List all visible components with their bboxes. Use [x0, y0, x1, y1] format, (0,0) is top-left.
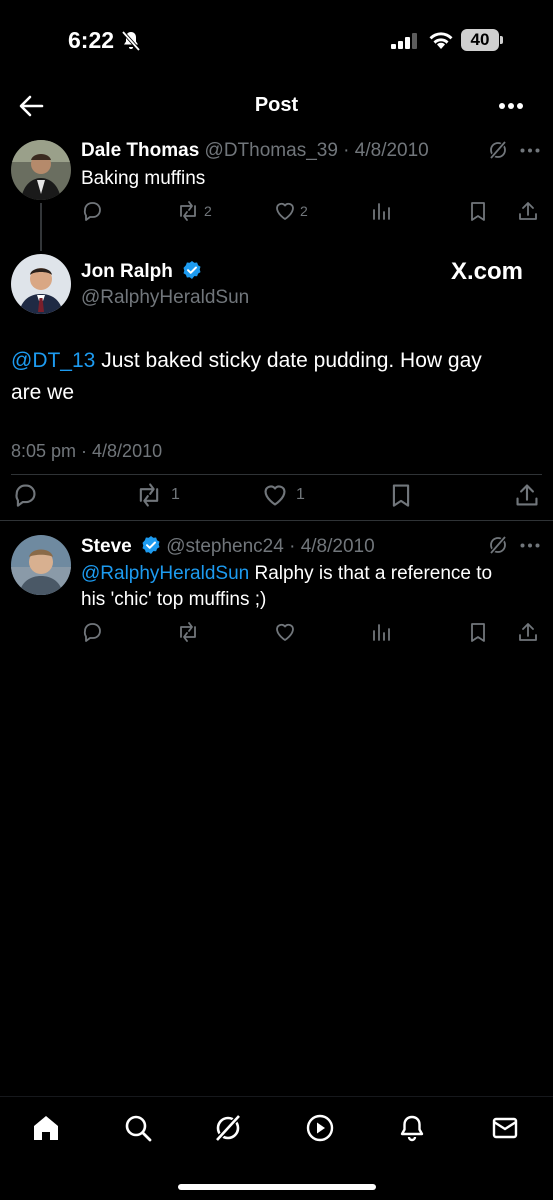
retweet-button[interactable]: 1 [135, 482, 180, 508]
home-icon[interactable] [31, 1113, 61, 1143]
bookmark-icon [471, 623, 485, 642]
parent-header: Dale Thomas @DThomas_39 · 4/8/2010 [81, 140, 429, 162]
page-title: Post [254, 94, 299, 116]
more-icon[interactable] [520, 543, 540, 548]
views-chart-icon [373, 203, 390, 220]
more-icon[interactable] [520, 148, 540, 153]
reply-icon [15, 484, 36, 507]
author-name[interactable]: Dale Thomas [81, 140, 199, 161]
verified-badge-icon [183, 261, 201, 279]
grok-nav-icon[interactable] [213, 1113, 243, 1143]
like-button[interactable]: 2 [274, 200, 308, 222]
silent-bell-icon [121, 30, 141, 52]
author-handle[interactable]: @stephenc24 [166, 536, 284, 557]
grok-icon[interactable] [488, 140, 508, 160]
author-name[interactable]: Jon Ralph [81, 261, 173, 282]
messages-envelope-icon[interactable] [490, 1113, 520, 1143]
retweet-icon [139, 483, 159, 507]
post-date: · 4/8/2010 [289, 536, 375, 557]
retweet-button[interactable] [176, 621, 200, 643]
divider [11, 474, 542, 475]
reply-text-line-2: his 'chic' top muffins ;) [81, 589, 267, 610]
more-options-icon[interactable] [498, 102, 524, 110]
views-chart-icon [373, 624, 390, 641]
author-name[interactable]: Steve [81, 536, 132, 557]
avatar[interactable] [11, 535, 71, 595]
share-button[interactable] [514, 482, 540, 508]
notifications-bell-icon[interactable] [397, 1113, 427, 1143]
author-handle[interactable]: @DThomas_39 [205, 140, 338, 161]
share-button[interactable] [517, 621, 539, 643]
mention-link[interactable]: @RalphyHeraldSun [81, 563, 249, 584]
reply-button[interactable] [12, 482, 38, 508]
share-icon [519, 623, 537, 641]
bookmark-button[interactable] [388, 482, 414, 508]
retweet-icon [180, 622, 196, 642]
status-time: 6:22 [68, 27, 115, 53]
thread-line [40, 203, 42, 251]
avatar[interactable] [11, 140, 71, 200]
search-icon[interactable] [123, 1113, 153, 1143]
like-count: 2 [300, 203, 308, 219]
share-button[interactable] [517, 200, 539, 222]
post-timestamp: 8:05 pm · 4/8/2010 [11, 441, 163, 461]
top-header: Post [0, 80, 553, 132]
reply-header: Steve @stephenc24 · 4/8/2010 [81, 535, 375, 558]
views-button[interactable] [370, 200, 392, 222]
bookmark-button[interactable] [467, 200, 489, 222]
avatar[interactable] [11, 254, 71, 314]
post-date: · 4/8/2010 [343, 140, 429, 161]
reply-text: Ralphy is that a reference to [249, 563, 493, 584]
author-handle[interactable]: @RalphyHeraldSun [81, 287, 249, 309]
bookmark-button[interactable] [467, 621, 489, 643]
post-text: Baking muffins [81, 168, 206, 189]
reply-button[interactable] [81, 200, 103, 222]
wifi-icon [429, 32, 453, 49]
like-button[interactable] [274, 621, 296, 643]
main-author-row: Jon Ralph [81, 260, 202, 283]
bookmark-icon [471, 202, 485, 221]
post-screen: 6:22 40 Post Dale Thomas @DThomas_39 · 4… [0, 0, 553, 1200]
status-bar: 6:22 40 [0, 0, 553, 80]
reply-text-line-1: @RalphyHeraldSun Ralphy is that a refere… [81, 563, 492, 585]
bookmark-icon [392, 484, 410, 507]
views-button[interactable] [370, 621, 392, 643]
heart-icon [276, 623, 294, 641]
like-button[interactable]: 1 [262, 482, 305, 508]
heart-icon [276, 202, 294, 220]
cellular-signal-icon [391, 33, 417, 49]
video-play-icon[interactable] [305, 1113, 335, 1143]
retweet-count: 2 [204, 203, 212, 219]
tweet-text: Just baked sticky date pudding. How gay [95, 349, 482, 372]
battery-tip [500, 36, 503, 44]
xcom-watermark: X.com [451, 258, 524, 285]
verified-badge-icon [142, 536, 160, 554]
retweet-count: 1 [171, 486, 180, 503]
retweet-button[interactable]: 2 [176, 200, 212, 222]
divider [0, 520, 553, 521]
grok-icon[interactable] [488, 535, 508, 555]
tweet-text-line-2: are we [11, 381, 75, 404]
heart-icon [264, 485, 286, 506]
reply-icon [83, 202, 101, 221]
retweet-icon [180, 201, 196, 221]
reply-button[interactable] [81, 621, 103, 643]
battery-indicator: 40 [461, 29, 499, 51]
home-indicator [178, 1184, 376, 1190]
mention-link[interactable]: @DT_13 [11, 349, 95, 372]
like-count: 1 [296, 486, 305, 503]
reply-icon [83, 623, 101, 642]
share-icon [519, 202, 537, 220]
tweet-text-line-1: @DT_13 Just baked sticky date pudding. H… [11, 349, 482, 373]
share-icon [516, 484, 538, 506]
